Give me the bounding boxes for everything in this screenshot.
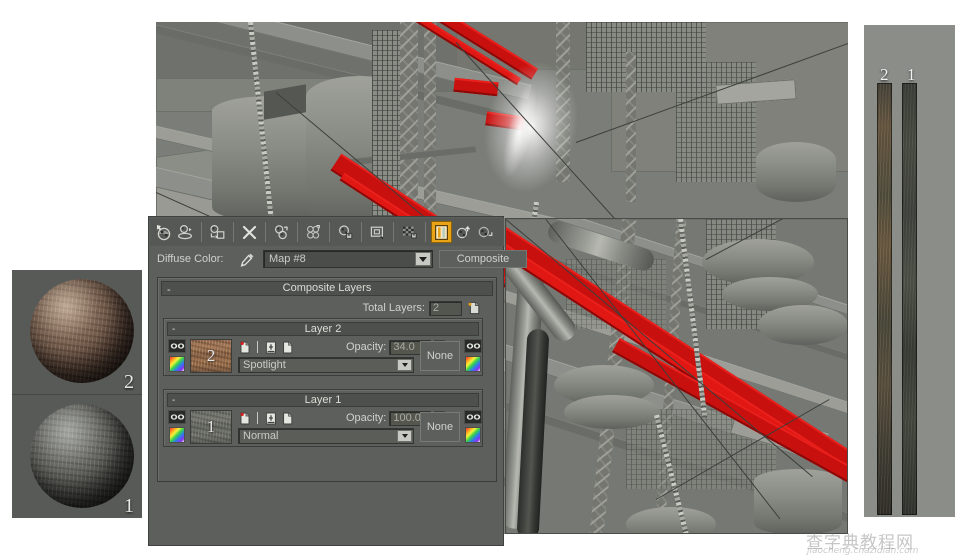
layer-1-opacity-label: Opacity: [346, 412, 387, 424]
layer-1-collapse-icon[interactable]: - [172, 395, 175, 407]
eyedropper-icon[interactable] [237, 250, 257, 270]
make-material-copy-icon[interactable] [271, 221, 292, 243]
material-slot-1[interactable]: 1 [12, 394, 142, 518]
toolbar-separator [199, 222, 205, 242]
layer-1-micro-buttons [238, 410, 294, 426]
layer-2-collapse-icon[interactable]: - [172, 324, 175, 336]
add-layer-icon[interactable] [466, 300, 482, 316]
chevron-down-icon[interactable] [397, 430, 412, 442]
eye-visible-icon[interactable] [168, 410, 186, 424]
layer-2-body: 2 Opacity: 34.0 Spotlight None [168, 339, 482, 373]
layer-1-mask-button[interactable]: None [420, 412, 460, 442]
material-slot-2-number: 2 [124, 371, 134, 393]
watermark-url: jiaocheng.chazidian.com [807, 546, 919, 556]
strip-sample-2[interactable] [877, 83, 892, 515]
composite-layers-title: Composite Layers [282, 282, 372, 294]
eye-visible-icon[interactable] [168, 339, 186, 353]
layer-2-thumbnail[interactable]: 2 [190, 339, 232, 373]
diffuse-color-row: Diffuse Color: Map #8 Composite [149, 247, 527, 273]
layer-2-blend-mode-combo[interactable]: Spotlight [238, 357, 414, 373]
chevron-down-icon[interactable] [397, 359, 412, 371]
layer-1-title: Layer 1 [304, 394, 342, 406]
material-editor-panel: Diffuse Color: Map #8 Composite - Compos… [148, 216, 527, 546]
total-layers-value[interactable]: 2 [429, 300, 462, 316]
composite-layers-rollout: - Composite Layers Total Layers: 2 - Lay… [157, 277, 497, 482]
show-shaded-material-in-viewport-icon[interactable] [399, 221, 420, 243]
strip-sample-1-number: 1 [907, 65, 916, 84]
put-material-to-scene-icon[interactable] [175, 221, 196, 243]
layer-1-thumbnail[interactable]: 1 [190, 410, 232, 444]
layer-2-left-toggles [168, 339, 186, 373]
material-effects-channel-icon[interactable] [367, 221, 388, 243]
duplicate-layer-icon[interactable] [264, 411, 277, 425]
micro-separator [257, 412, 258, 424]
reset-map-mtl-to-default-icon[interactable] [239, 221, 260, 243]
layer-1-blend-mode-value: Normal [243, 430, 279, 442]
mask-none-icon[interactable] [238, 411, 251, 425]
material-editor-toolbar [150, 218, 504, 246]
toolbar-separator [327, 222, 333, 242]
layer-2-title: Layer 2 [304, 323, 342, 335]
layer-1-body: 1 Opacity: 100.0 Normal None [168, 410, 482, 444]
toolbar-separator [391, 222, 397, 242]
delete-layer-icon[interactable] [281, 411, 294, 425]
color-checker-icon[interactable] [465, 427, 481, 443]
chevron-down-icon[interactable] [415, 252, 431, 266]
screenshot-root: 2 1 2 1 Diffuse Color: Map #8 Composite … [0, 0, 955, 558]
rollout-collapse-icon[interactable]: - [167, 285, 171, 296]
make-unique-icon[interactable] [303, 221, 324, 243]
toolbar-separator [359, 222, 365, 242]
render-viewport-lower-content [506, 219, 847, 533]
toolbar-separator [263, 222, 269, 242]
layer-2-right-toggles [464, 339, 482, 373]
total-layers-row: Total Layers: 2 [363, 300, 482, 316]
layer-1-blend-mode-combo[interactable]: Normal [238, 428, 414, 444]
diffuse-map-combo[interactable]: Map #8 [263, 250, 433, 268]
material-slot-panel: 2 1 [12, 270, 142, 518]
strip-sample-2-number: 2 [880, 65, 889, 84]
layer-2-mask-button[interactable]: None [420, 341, 460, 371]
material-sphere-1[interactable] [30, 404, 134, 508]
layer-2-header[interactable]: - Layer 2 [167, 322, 479, 336]
layer-2-opacity-label: Opacity: [346, 341, 387, 353]
toolbar-separator [423, 222, 429, 242]
layer-1-header[interactable]: - Layer 1 [167, 393, 479, 407]
go-forward-to-sibling-icon[interactable] [475, 221, 496, 243]
show-end-result-icon[interactable] [431, 221, 452, 243]
diffuse-map-name: Map #8 [269, 253, 306, 265]
layer-1-left-toggles [168, 410, 186, 444]
layer-2-blend-mode-value: Spotlight [243, 359, 286, 371]
material-slot-1-number: 1 [124, 495, 134, 517]
toolbar-separator [295, 222, 301, 242]
total-layers-label: Total Layers: [362, 302, 425, 314]
micro-separator [257, 341, 258, 353]
assign-material-to-selection-icon[interactable] [207, 221, 228, 243]
duplicate-layer-icon[interactable] [264, 340, 277, 354]
delete-layer-icon[interactable] [281, 340, 294, 354]
toolbar-separator [231, 222, 237, 242]
eye-visible-icon[interactable] [464, 410, 482, 424]
eye-visible-icon[interactable] [464, 339, 482, 353]
go-to-parent-icon[interactable] [453, 221, 474, 243]
get-material-icon[interactable] [153, 221, 174, 243]
put-to-library-icon[interactable] [335, 221, 356, 243]
strip-sample-1[interactable] [902, 83, 917, 515]
layer-2-thumbnail-number: 2 [206, 346, 216, 365]
color-checker-icon[interactable] [169, 356, 185, 372]
composite-layers-header[interactable]: - Composite Layers [161, 281, 493, 296]
layer-2-micro-buttons [238, 339, 294, 355]
color-checker-icon[interactable] [465, 356, 481, 372]
material-sphere-2[interactable] [30, 279, 134, 383]
layer-1-thumbnail-number: 1 [206, 417, 216, 436]
layer-block-1: - Layer 1 1 Opacity: 100.0 Normal None [163, 389, 483, 447]
material-type-button[interactable]: Composite [439, 250, 527, 268]
strip-sample-panel: 2 1 [864, 25, 955, 517]
material-slot-2[interactable]: 2 [12, 270, 142, 394]
color-checker-icon[interactable] [169, 427, 185, 443]
diffuse-color-label: Diffuse Color: [157, 253, 224, 265]
layer-1-right-toggles [464, 410, 482, 444]
mask-none-icon[interactable] [238, 340, 251, 354]
layer-block-2: - Layer 2 2 Opacity: 34.0 Spotlight None [163, 318, 483, 376]
render-viewport-lower[interactable] [505, 218, 848, 534]
